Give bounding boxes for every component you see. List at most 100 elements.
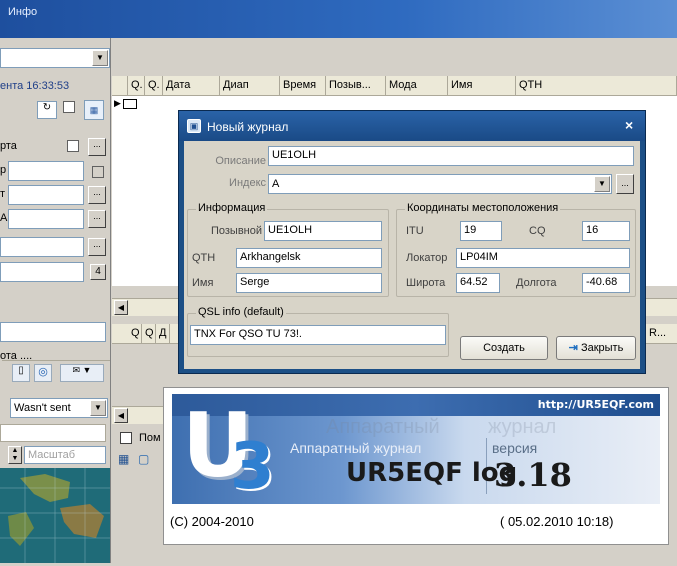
a-label: А	[0, 212, 8, 224]
r-label: р	[0, 164, 7, 176]
create-button-label: Создать	[483, 342, 525, 354]
document-icon[interactable]: ▯	[12, 364, 30, 382]
grid-header-cell[interactable]: Д	[156, 324, 170, 344]
top-left-combo[interactable]: ▼	[0, 48, 110, 68]
divider	[2, 360, 110, 361]
grid-header-cell[interactable]: Q.	[145, 76, 163, 96]
grid-header-cell[interactable]: R...	[646, 324, 677, 344]
scroll-left-icon[interactable]: ◀	[114, 300, 128, 315]
left-field-7[interactable]	[0, 424, 106, 442]
grid-header-cell[interactable]: Имя	[448, 76, 516, 96]
grid-header-cell[interactable]: Позыв...	[326, 76, 386, 96]
dialog-body: Описание UE1OLH Индекс A ▼ ... Информаци…	[184, 141, 640, 369]
index-combo[interactable]: A ▼	[268, 174, 612, 194]
close-button-label: Закрыть	[580, 342, 624, 354]
left-field-3[interactable]	[8, 209, 84, 229]
close-button[interactable]: ⇥ Закрыть	[556, 336, 636, 360]
checkbox[interactable]	[120, 432, 132, 444]
spin-icon[interactable]: ▲ ▼	[8, 446, 22, 464]
logo-digit-3: 3	[230, 430, 275, 504]
grid-header-cell[interactable]: Q.	[128, 76, 145, 96]
grid-header-cell[interactable]: QTH	[516, 76, 677, 96]
qsl-info-field[interactable]: TNX For QSO TU 73!.	[190, 325, 446, 345]
splash-screen: http://UR5EQF.com Аппаратный журнал U 3 …	[163, 387, 669, 545]
exit-icon: ⇥	[568, 342, 578, 354]
chevron-down-icon[interactable]: ▼	[594, 176, 610, 192]
grid-header-cell[interactable]: Дата	[163, 76, 220, 96]
left-field-4[interactable]	[0, 237, 84, 257]
splash-line1-left: Аппаратный журнал	[290, 440, 422, 456]
left-field-5[interactable]	[0, 262, 84, 282]
name-field[interactable]: Serge	[236, 273, 382, 293]
locator-label: Локатор	[406, 252, 448, 264]
browse-button[interactable]: ...	[616, 174, 634, 194]
calendar-icon[interactable]: ▦	[84, 100, 104, 120]
create-button[interactable]: Создать	[460, 336, 548, 360]
description-field[interactable]: UE1OLH	[268, 146, 634, 166]
left-field-6[interactable]	[0, 322, 106, 342]
browse-button[interactable]: ...	[88, 238, 106, 256]
longitude-field[interactable]: -40.68	[582, 273, 630, 293]
grid-header-cell[interactable]: Мода	[386, 76, 448, 96]
callsign-label: Позывной	[210, 225, 262, 237]
browse-button[interactable]: ...	[88, 210, 106, 228]
world-map[interactable]	[0, 468, 110, 563]
splash-version: 3.18	[494, 456, 572, 494]
grid-header-cell[interactable]: Диап	[220, 76, 280, 96]
checkbox[interactable]	[67, 140, 79, 152]
globe-icon[interactable]: ◎	[34, 364, 52, 382]
qsl-sent-value: Wasn't sent	[14, 402, 71, 414]
map-graphic	[0, 468, 110, 563]
left-field-2[interactable]	[8, 185, 84, 205]
network-icon[interactable]: ▦	[118, 452, 132, 466]
coords-group-caption: Координаты местоположения	[405, 202, 561, 214]
app-title-bar: Инфо	[0, 0, 677, 38]
latitude-field[interactable]: 64.52	[456, 273, 500, 293]
time-label: ента 16:33:53	[0, 80, 70, 92]
browse-button[interactable]: ...	[88, 186, 106, 204]
index-value: A	[272, 178, 280, 190]
scale-field[interactable]: Масштаб	[24, 446, 106, 464]
splash-watermark-right: журнал	[488, 416, 557, 438]
locator-field[interactable]: LP04IM	[456, 248, 630, 268]
grid-header-cell[interactable]: Q	[142, 324, 156, 344]
chevron-down-icon[interactable]: ▼	[92, 50, 108, 66]
refresh-icon[interactable]: ↻	[37, 101, 57, 119]
stepper-value[interactable]: 4	[90, 264, 106, 280]
qth-field[interactable]: Arkhangelsk	[236, 248, 382, 268]
log-icon: ▣	[187, 119, 201, 133]
callsign-field[interactable]: UE1OLH	[264, 221, 382, 241]
grid-header-cell	[112, 76, 128, 96]
log-grid-header: Q. Q. Дата Диап Время Позыв... Мода Имя …	[112, 76, 677, 96]
qsl-sent-combo[interactable]: Wasn't sent ▼	[10, 398, 108, 418]
chevron-down-icon[interactable]: ▼	[90, 400, 106, 416]
grid-header-cell[interactable]: Q	[128, 324, 142, 344]
cq-field[interactable]: 16	[582, 221, 630, 241]
splash-product: UR5EQF log	[346, 458, 518, 488]
checkbox[interactable]	[63, 101, 75, 113]
new-log-dialog: ▣ Новый журнал × Описание UE1OLH Индекс …	[178, 110, 646, 374]
app-title: Инфо	[8, 6, 38, 18]
email-icon[interactable]: ✉ ▼	[60, 364, 104, 382]
close-icon[interactable]: ×	[625, 117, 639, 133]
itu-field[interactable]: 19	[460, 221, 502, 241]
new-document-icon[interactable]: ▢	[138, 452, 152, 466]
description-label: Описание	[215, 155, 266, 167]
browse-button[interactable]: ...	[88, 138, 106, 156]
name-label: Имя	[192, 277, 214, 289]
splash-line1-right: версия	[492, 440, 538, 456]
splash-url: http://UR5EQF.com	[537, 398, 654, 411]
grid-header-cell[interactable]: Время	[280, 76, 326, 96]
karta-label: рта	[0, 140, 17, 152]
left-field-1[interactable]	[8, 161, 84, 181]
dialog-title: Новый журнал	[207, 120, 289, 134]
current-row-indicator: ▶	[114, 98, 154, 112]
splash-build-date: ( 05.02.2010 10:18)	[500, 514, 614, 529]
info-group-caption: Информация	[196, 202, 268, 214]
longitude-label: Долгота	[516, 277, 557, 289]
u3-logo: U 3	[176, 394, 284, 504]
square-icon[interactable]	[92, 166, 104, 178]
qsl-group-caption: QSL info (default)	[196, 306, 286, 318]
latitude-label: Широта	[406, 277, 446, 289]
scroll-left-icon[interactable]: ◀	[114, 408, 128, 423]
